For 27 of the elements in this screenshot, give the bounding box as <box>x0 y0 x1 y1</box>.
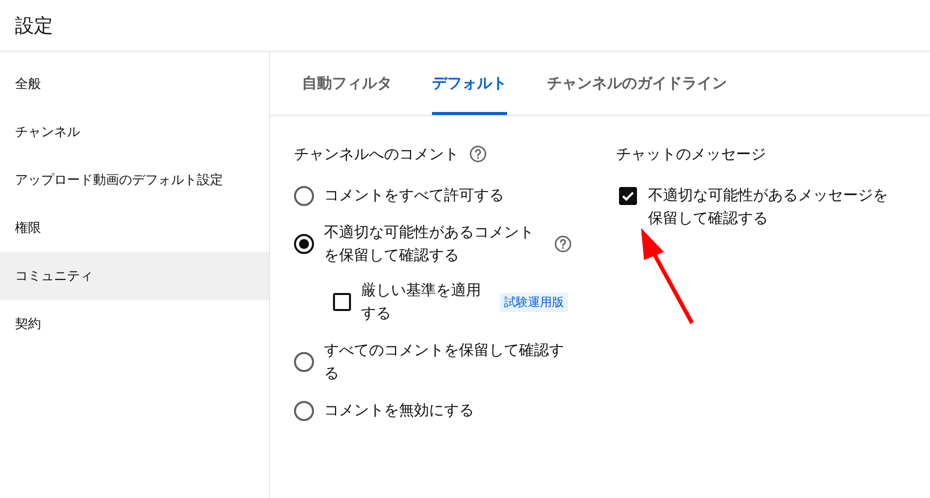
sidebar-item[interactable]: 権限 <box>0 204 269 252</box>
option-label: 厳しい基準を適用する <box>361 280 482 324</box>
option-label: コメントを無効にする <box>324 400 475 421</box>
help-icon[interactable] <box>469 145 487 163</box>
option-label: 不適切な可能性があるメッセージを保留して確認する <box>648 185 889 229</box>
sidebar-item[interactable]: 契約 <box>0 300 269 348</box>
help-icon[interactable] <box>554 235 572 253</box>
sidebar-item[interactable]: 全般 <box>0 60 269 108</box>
tab[interactable]: デフォルト <box>432 52 507 115</box>
radio-button[interactable] <box>294 400 314 420</box>
sidebar-item[interactable]: アップロード動画のデフォルト設定 <box>0 156 269 204</box>
page-title: 設定 <box>15 14 53 38</box>
checkbox[interactable] <box>619 187 637 205</box>
tab[interactable]: 自動フィルタ <box>302 52 392 115</box>
radio-button[interactable] <box>294 234 314 254</box>
section-title: チャットのメッセージ <box>616 144 766 164</box>
radio-button[interactable] <box>294 186 314 206</box>
option-label: 不適切な可能性があるコメントを保留して確認する <box>324 222 535 266</box>
tab[interactable]: チャンネルのガイドライン <box>547 52 727 115</box>
radio-button[interactable] <box>294 352 314 372</box>
section-title: チャンネルへのコメント <box>294 144 459 164</box>
sidebar-item[interactable]: チャンネル <box>0 108 269 156</box>
sidebar-item[interactable]: コミュニティ <box>0 252 269 300</box>
checkbox[interactable] <box>333 293 351 311</box>
option-label: すべてのコメントを保留して確認する <box>324 340 565 384</box>
beta-badge: 試験運用版 <box>500 292 568 312</box>
option-label: コメントをすべて許可する <box>324 185 505 206</box>
